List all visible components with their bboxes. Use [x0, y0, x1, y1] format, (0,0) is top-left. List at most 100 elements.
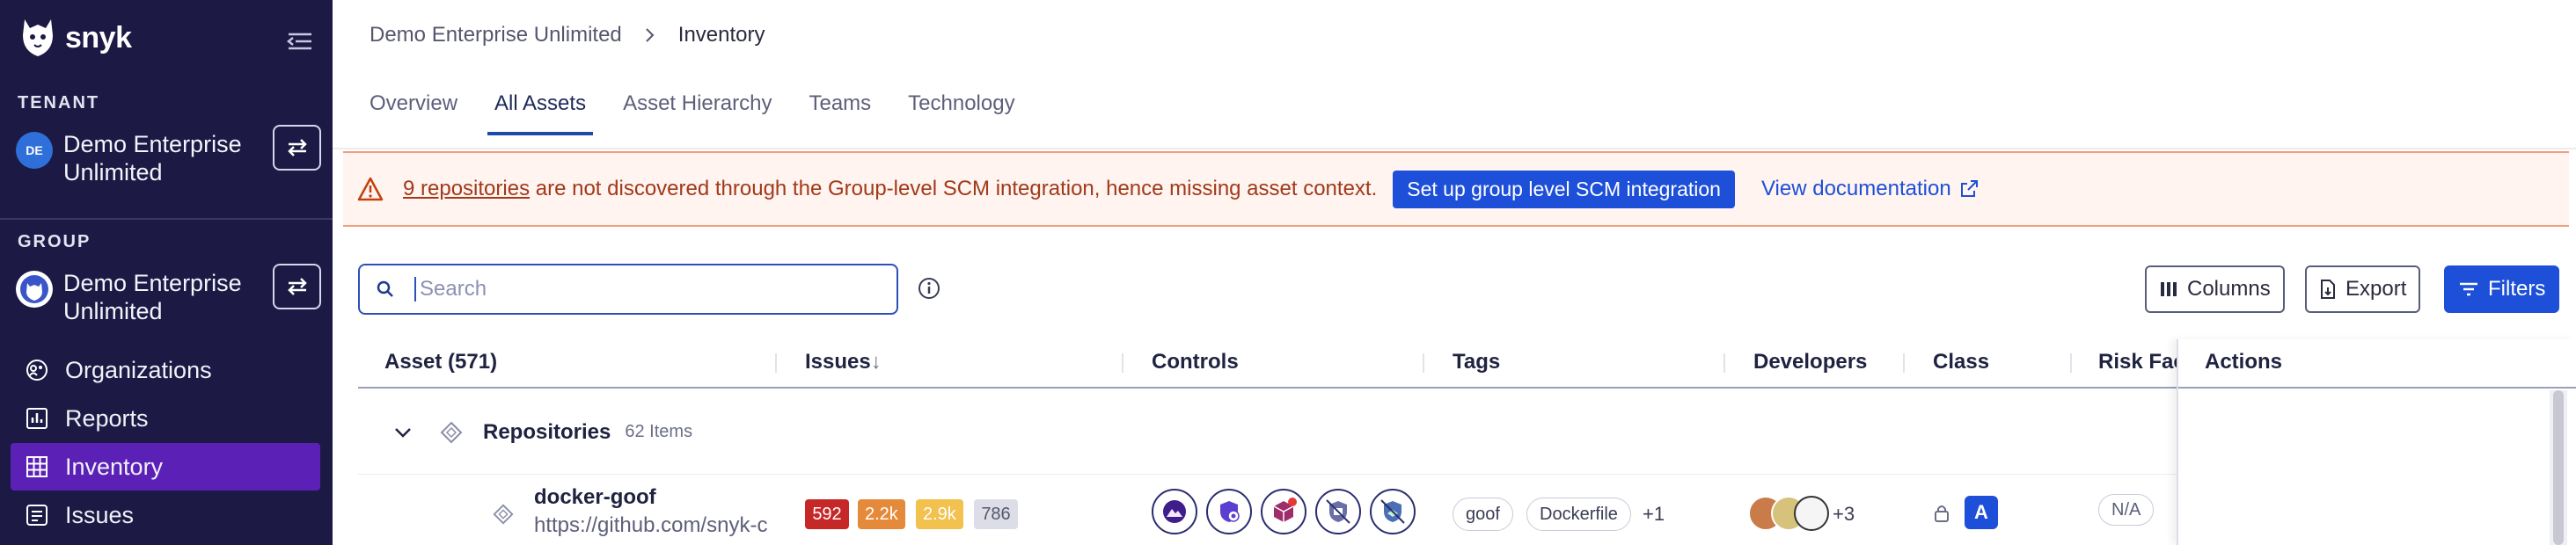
sidebar-item-label: Organizations — [65, 356, 212, 383]
tag-chip[interactable]: Dockerfile — [1526, 498, 1631, 531]
warning-icon — [357, 177, 384, 201]
tab-overview[interactable]: Overview — [370, 88, 457, 135]
group-logo-icon — [20, 275, 48, 303]
tab-asset-hierarchy[interactable]: Asset Hierarchy — [623, 88, 772, 135]
cloud-disabled-icon — [1380, 499, 1405, 524]
column-header-asset[interactable]: Asset (571) — [384, 350, 497, 374]
tab-all-assets[interactable]: All Assets — [487, 88, 594, 135]
medium-issues-badge[interactable]: 2.9k — [916, 499, 963, 529]
asset-url[interactable]: https://github.com/snyk-c — [534, 513, 779, 538]
group-label: GROUP — [18, 232, 91, 251]
developer-avatar[interactable] — [1794, 496, 1829, 531]
reports-icon — [25, 406, 49, 431]
shield-icon — [1220, 501, 1240, 522]
banner-message: 9 repositories are not discovered throug… — [403, 177, 1377, 201]
columns-icon — [2161, 282, 2177, 296]
sidebar-item-inventory[interactable]: Inventory — [11, 443, 320, 490]
search-input[interactable] — [414, 277, 872, 302]
breadcrumb-parent[interactable]: Demo Enterprise Unlimited — [370, 23, 622, 47]
external-link-icon — [1960, 180, 1978, 197]
iac-disabled-icon — [1326, 499, 1350, 524]
collapse-sidebar-button[interactable] — [286, 30, 317, 54]
inventory-icon — [25, 454, 49, 479]
column-resize-handle[interactable] — [2070, 353, 2072, 373]
more-developers-count[interactable]: +3 — [1833, 503, 1855, 526]
issues-header-label: Issues — [805, 350, 871, 374]
snyk-cloud-control-disabled[interactable] — [1370, 489, 1416, 534]
column-header-tags[interactable]: Tags — [1453, 350, 1500, 374]
snyk-logo[interactable]: snyk — [21, 18, 132, 58]
sidebar-item-reports[interactable]: Reports — [11, 395, 320, 442]
repository-icon — [440, 421, 463, 443]
column-resize-handle[interactable] — [775, 353, 777, 373]
table-scrollbar[interactable] — [2550, 390, 2567, 545]
tab-technology[interactable]: Technology — [908, 88, 1014, 135]
brand-name: snyk — [65, 20, 132, 54]
group-title: Repositories — [483, 419, 611, 444]
tab-teams[interactable]: Teams — [809, 88, 871, 135]
chevron-down-icon[interactable] — [393, 426, 413, 439]
high-issues-badge[interactable]: 2.2k — [858, 499, 905, 529]
export-button[interactable]: Export — [2305, 265, 2421, 313]
sidebar-item-label: Inventory — [65, 453, 164, 480]
lock-icon — [1935, 505, 1949, 522]
sidebar-item-label: Reports — [65, 404, 149, 432]
scm-warning-banner: 9 repositories are not discovered throug… — [343, 151, 2569, 227]
column-header-class[interactable]: Class — [1933, 350, 1989, 374]
columns-label: Columns — [2187, 277, 2271, 301]
view-documentation-link[interactable]: View documentation — [1761, 177, 1980, 201]
critical-issues-badge[interactable]: 592 — [805, 499, 849, 529]
sort-descending-icon: ↓ — [870, 350, 882, 374]
columns-button[interactable]: Columns — [2145, 265, 2285, 313]
collapse-menu-icon — [286, 33, 311, 50]
filters-button[interactable]: Filters — [2444, 265, 2560, 313]
column-header-actions: Actions — [2205, 350, 2283, 374]
asset-class-badge[interactable]: A — [1965, 496, 1998, 529]
tenant-avatar: DE — [16, 132, 53, 169]
tabs-divider — [333, 148, 2576, 149]
switch-arrows-icon — [287, 139, 307, 156]
asset-name-link[interactable]: docker-goof — [534, 485, 656, 510]
risk-factors-pill: N/A — [2098, 494, 2155, 526]
column-header-risk-factors[interactable]: Risk Fac — [2098, 350, 2185, 374]
breadcrumb-current: Inventory — [677, 23, 765, 47]
filter-icon — [2460, 282, 2477, 296]
column-header-issues[interactable]: Issues↓ — [805, 350, 882, 374]
switch-group-button[interactable] — [273, 264, 321, 309]
switch-tenant-button[interactable] — [273, 125, 321, 171]
actions-column: Actions — [2177, 339, 2576, 545]
column-header-developers[interactable]: Developers — [1753, 350, 1867, 374]
column-header-controls[interactable]: Controls — [1152, 350, 1239, 374]
chevron-right-icon — [646, 28, 655, 42]
tab-bar: Overview All Assets Asset Hierarchy Team… — [370, 88, 1052, 135]
column-resize-handle[interactable] — [1122, 353, 1123, 373]
info-icon[interactable] — [917, 276, 941, 305]
container-box-icon — [1273, 498, 1297, 522]
low-issues-badge[interactable]: 786 — [974, 499, 1018, 529]
column-resize-handle[interactable] — [1903, 353, 1905, 373]
search-box — [358, 264, 898, 315]
tenant-name: Demo Enterprise Unlimited — [63, 131, 242, 185]
sidebar-item-organizations[interactable]: Organizations — [11, 346, 320, 394]
snyk-open-source-control[interactable] — [1206, 489, 1252, 534]
snyk-code-control[interactable] — [1152, 489, 1197, 534]
group-avatar — [16, 271, 53, 308]
more-tags-count[interactable]: +1 — [1643, 503, 1665, 526]
search-icon — [377, 280, 393, 297]
actions-header-border — [2178, 387, 2576, 389]
repositories-link[interactable]: 9 repositories — [403, 177, 530, 200]
group-item-count: 62 Items — [625, 422, 693, 441]
snyk-iac-control-disabled[interactable] — [1315, 489, 1361, 534]
column-resize-handle[interactable] — [1723, 353, 1725, 373]
scrollbar-thumb[interactable] — [2553, 390, 2564, 545]
setup-scm-button[interactable]: Set up group level SCM integration — [1393, 170, 1735, 208]
snyk-container-control[interactable] — [1261, 489, 1306, 534]
organizations-icon — [25, 358, 49, 382]
column-resize-handle[interactable] — [1423, 353, 1424, 373]
tag-chip[interactable]: goof — [1453, 498, 1513, 531]
app-window: snyk TENANT DE Demo Enterprise Unlimited… — [0, 0, 2576, 545]
sidebar-item-issues[interactable]: Issues — [11, 491, 320, 539]
tenant-context: DE Demo Enterprise Unlimited — [16, 130, 266, 186]
group-context: Demo Enterprise Unlimited — [16, 269, 266, 325]
breadcrumb: Demo Enterprise Unlimited Inventory — [370, 23, 765, 47]
